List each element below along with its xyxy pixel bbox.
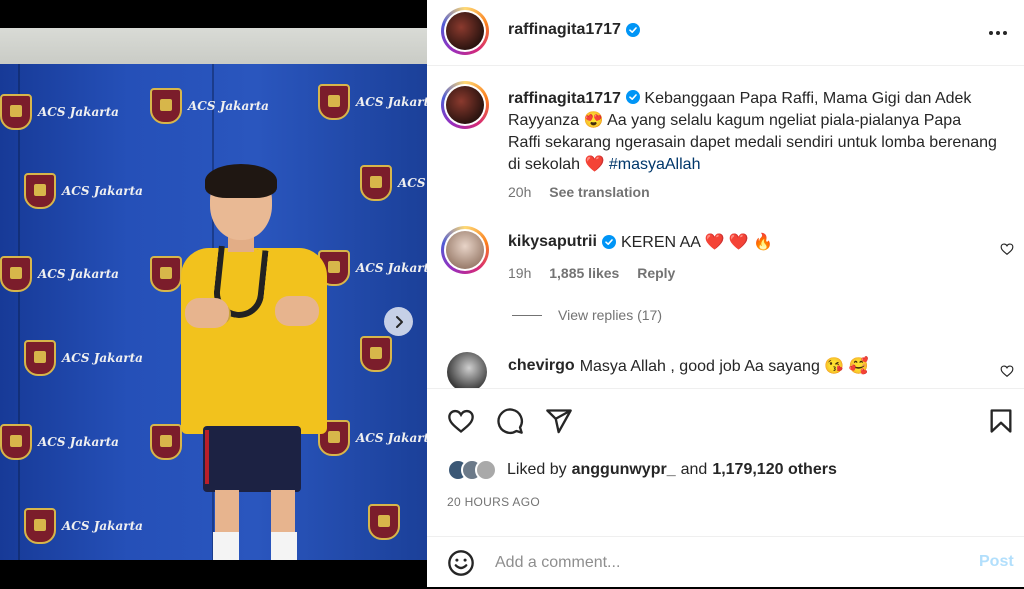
comment-text: KEREN AA ❤️ ❤️ 🔥	[620, 234, 774, 251]
likes-count[interactable]: 1,179,120 others	[712, 461, 837, 479]
app-window: ACS Jakarta ACS Jakarta ACS Jakarta ACS …	[0, 0, 1024, 587]
left-leg	[215, 490, 239, 534]
reply-button[interactable]: Reply	[637, 265, 675, 281]
crest-icon	[360, 165, 392, 201]
crest-icon	[360, 336, 392, 372]
crest-icon	[150, 88, 182, 124]
left-sock	[213, 532, 239, 560]
hair	[205, 164, 277, 198]
next-photo-button[interactable]	[384, 307, 413, 336]
backdrop-logo: ACS Jakarta	[0, 256, 119, 292]
comment-time: 19h	[508, 265, 532, 281]
post-timestamp[interactable]: 20 HOURS AGO	[447, 495, 540, 509]
crest-icon	[0, 256, 32, 292]
child-figure	[175, 164, 335, 560]
commenter-avatar[interactable]	[441, 226, 489, 274]
likes-summary: Liked by anggunwypr_ and 1,179,120 other…	[447, 459, 837, 481]
backdrop-logo: ACS Jakarta	[24, 173, 143, 209]
heart-icon[interactable]	[447, 407, 475, 435]
post-side-panel: raffinagita1717 raffinagita1717 Kebangga…	[427, 0, 1024, 587]
chevron-right-icon	[395, 315, 403, 328]
right-arm	[275, 296, 319, 326]
right-sock	[271, 532, 297, 560]
caption-author-avatar[interactable]	[441, 81, 489, 129]
shorts-stripe	[205, 430, 209, 484]
caption-meta: 20h See translation	[508, 184, 650, 200]
backdrop-logo: ACS Jakarta	[360, 165, 427, 201]
commenter-username[interactable]: kikysaputrii	[508, 233, 597, 251]
crest-icon	[0, 424, 32, 460]
post-actions: Liked by anggunwypr_ and 1,179,120 other…	[427, 388, 1024, 588]
backdrop-logo: ACS Jakarta	[150, 88, 269, 124]
caption: raffinagita1717 Kebanggaan Papa Raffi, M…	[508, 88, 998, 176]
crest-icon	[0, 94, 32, 130]
verified-icon	[625, 90, 640, 104]
verified-icon	[625, 23, 640, 37]
crest-icon	[318, 84, 350, 120]
crest-icon	[24, 508, 56, 544]
comment-box: Post	[427, 536, 1024, 589]
comment-likes[interactable]: 1,885 likes	[549, 265, 619, 281]
left-arm	[185, 298, 229, 328]
emoji-icon[interactable]	[447, 549, 475, 577]
view-replies-button[interactable]: View replies (17)	[512, 307, 662, 323]
see-translation-link[interactable]: See translation	[549, 184, 649, 200]
right-leg	[271, 490, 295, 534]
post-header: raffinagita1717	[427, 0, 1024, 66]
crest-icon	[24, 340, 56, 376]
comments-list[interactable]: raffinagita1717 Kebanggaan Papa Raffi, M…	[427, 66, 1024, 388]
commenter-username[interactable]: chevirgo	[508, 357, 575, 375]
backdrop-logo: ACS Jakarta	[24, 340, 143, 376]
comment: chevirgo Masya Allah , good job Aa sayan…	[508, 356, 869, 376]
replies-divider	[512, 314, 542, 316]
shorts	[203, 426, 301, 492]
comment-icon[interactable]	[496, 407, 524, 435]
likes-and: and	[680, 461, 708, 478]
comment-meta: 19h 1,885 likes Reply	[508, 265, 675, 281]
commenter-avatar[interactable]	[447, 352, 487, 388]
view-replies-label: View replies (17)	[558, 307, 663, 323]
liker-username[interactable]: anggunwypr_	[572, 461, 676, 479]
crest-icon	[368, 504, 400, 540]
liker-avatars[interactable]	[447, 459, 497, 481]
comment-heart-icon[interactable]	[1000, 242, 1014, 256]
backdrop-logo	[360, 336, 392, 372]
backdrop-logo: ACS Jakarta	[318, 84, 427, 120]
backdrop-seam	[18, 64, 20, 560]
post-photo[interactable]: ACS Jakarta ACS Jakarta ACS Jakarta ACS …	[0, 28, 427, 560]
comment-text: Masya Allah , good job Aa sayang 😘 🥰	[579, 358, 869, 375]
author-avatar[interactable]	[441, 7, 489, 55]
comment-heart-icon[interactable]	[1000, 364, 1014, 378]
caption-time: 20h	[508, 184, 532, 200]
backdrop-logo: ACS Jakarta	[24, 508, 143, 544]
backdrop-logo	[368, 504, 400, 540]
verified-icon	[601, 235, 616, 249]
backdrop-logo: ACS Jakarta	[0, 94, 119, 130]
share-icon[interactable]	[545, 407, 573, 435]
liker-avatar	[475, 459, 497, 481]
liked-by-label: Liked by	[507, 461, 567, 478]
comment: kikysaputrii KEREN AA ❤️ ❤️ 🔥	[508, 232, 773, 252]
comment-input[interactable]	[495, 551, 915, 575]
post-comment-button[interactable]: Post	[979, 553, 1014, 571]
backdrop-logo: ACS Jakarta	[0, 424, 119, 460]
bookmark-icon[interactable]	[987, 407, 1015, 435]
caption-hashtag[interactable]: #masyaAllah	[609, 156, 701, 173]
crest-icon	[24, 173, 56, 209]
more-icon[interactable]	[987, 22, 1009, 44]
caption-author-username[interactable]: raffinagita1717	[508, 90, 621, 107]
author-username[interactable]: raffinagita1717	[508, 21, 621, 39]
